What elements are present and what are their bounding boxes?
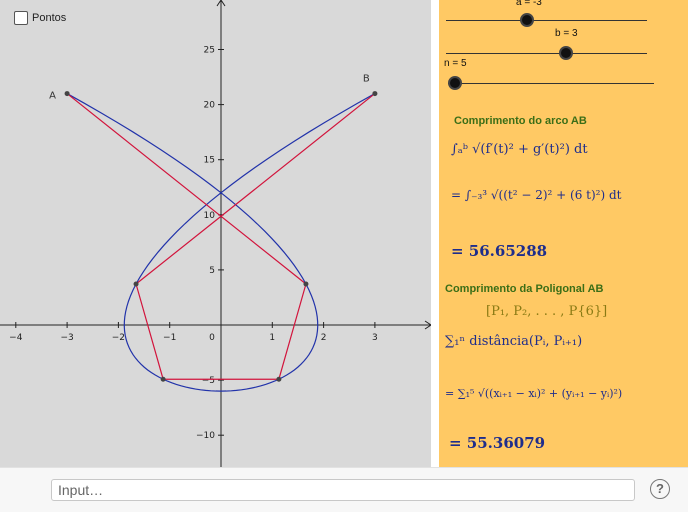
- x-tick-label: −3: [60, 333, 73, 343]
- view-divider[interactable]: [431, 0, 439, 467]
- checkbox-box[interactable]: [14, 11, 28, 25]
- input-bar: [0, 467, 688, 512]
- x-tick-label: 2: [321, 333, 327, 343]
- help-icon[interactable]: ?: [650, 479, 670, 499]
- polygon-vertex: [160, 376, 166, 382]
- graphics-view[interactable]: −4 −3 −2 −1 0 1 2 3 25 20 15 10 5 −5 −10 A B Pontos: [0, 0, 431, 467]
- checkbox-label: Pontos: [32, 12, 67, 24]
- arc-heading: Comprimento do arco AB: [454, 115, 587, 127]
- slider-a-label: a = -3: [516, 0, 542, 8]
- poly-heading: Comprimento da Poligonal AB: [445, 283, 604, 295]
- plot-canvas[interactable]: −4 −3 −2 −1 0 1 2 3252015105−5−10AB: [0, 0, 431, 467]
- y-tick-label: −5: [202, 376, 215, 386]
- point-b-label: B: [363, 74, 370, 85]
- polygon-vertex: [133, 281, 139, 287]
- pontos-checkbox[interactable]: Pontos: [14, 11, 66, 25]
- y-tick-label: 5: [209, 266, 215, 276]
- x-tick-label: −1: [163, 333, 176, 343]
- point-a-label: A: [49, 91, 56, 102]
- slider-b-knob[interactable]: [559, 46, 573, 60]
- y-tick-label: −10: [196, 431, 215, 441]
- polygon-vertex: [372, 91, 378, 97]
- y-tick-label: 10: [204, 211, 216, 221]
- slider-n-knob[interactable]: [448, 76, 462, 90]
- slider-b-track[interactable]: [446, 53, 647, 54]
- slider-n-label: n = 5: [444, 58, 467, 69]
- poly-sum-specific: = ∑₁⁵ √((xᵢ₊₁ − xᵢ)² + (yᵢ₊₁ − yᵢ)²): [445, 387, 623, 400]
- x-tick-label: 3: [372, 333, 378, 343]
- input-field[interactable]: [51, 479, 635, 501]
- y-tick-label: 25: [204, 46, 215, 56]
- poly-sum-general: ∑₁ⁿ distância(Pᵢ, Pᵢ₊₁): [445, 334, 583, 349]
- y-tick-label: 15: [204, 156, 215, 166]
- arc-integral-general: ∫ₐᵇ √(f′(t)² + g′(t)²) dt: [451, 142, 588, 157]
- polygon-vertex: [303, 281, 309, 287]
- x-tick-label: −4: [9, 333, 23, 343]
- x-tick-label: −2: [112, 333, 125, 343]
- poly-result: = 55.36079: [449, 434, 546, 452]
- polygon-vertex: [64, 91, 70, 97]
- arc-result: = 56.65288: [451, 242, 548, 260]
- y-tick-label: 20: [204, 101, 216, 111]
- polygon-vertex: [276, 376, 282, 382]
- slider-b-label: b = 3: [555, 28, 578, 39]
- x-tick-label: 1: [269, 333, 275, 343]
- slider-n-track[interactable]: [448, 83, 654, 84]
- slider-a-track[interactable]: [446, 20, 647, 21]
- algebra-panel: a = -3 b = 3 n = 5 Comprimento do arco A…: [439, 0, 688, 467]
- arc-integral-specific: = ∫₋₃³ √((t² − 2)² + (6 t)²) dt: [451, 188, 622, 202]
- x-tick-label: 0: [209, 333, 215, 343]
- slider-a-knob[interactable]: [520, 13, 534, 27]
- poly-points-list: [P₁, P₂, . . . , P{6}]: [486, 304, 608, 319]
